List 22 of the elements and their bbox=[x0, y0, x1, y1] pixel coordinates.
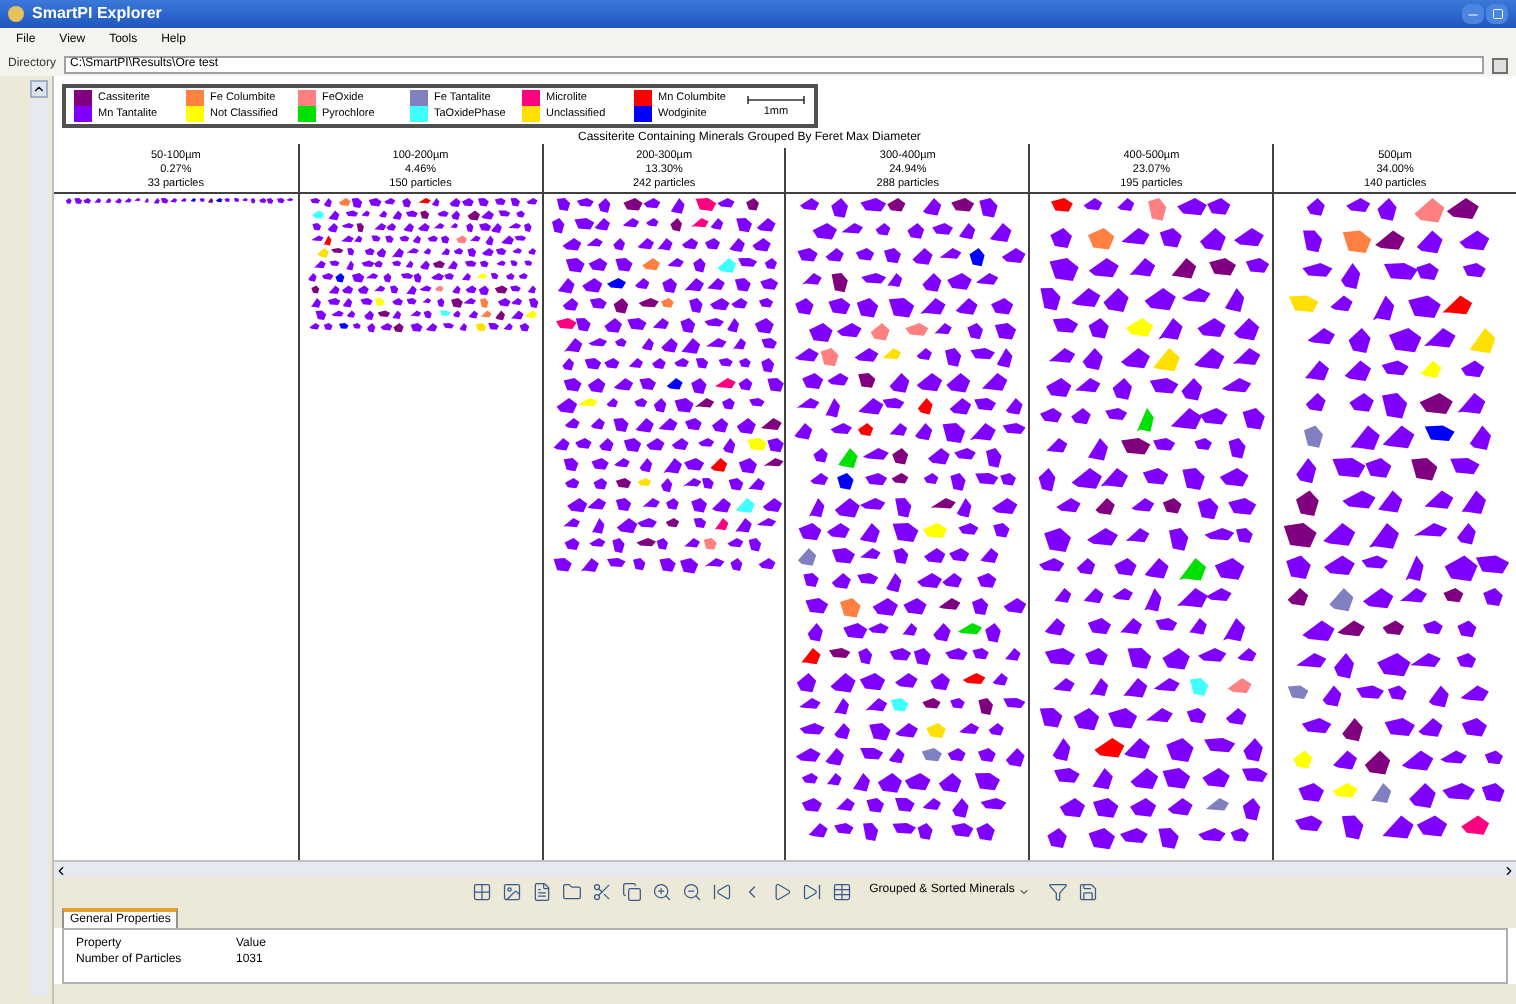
maximize-button[interactable] bbox=[1486, 4, 1508, 24]
last-page-icon[interactable] bbox=[801, 881, 822, 901]
zoom-out-icon[interactable] bbox=[681, 881, 702, 901]
filter-icon[interactable] bbox=[1048, 881, 1069, 901]
window-title: SmartPI Explorer bbox=[32, 2, 162, 26]
document-icon[interactable] bbox=[531, 881, 552, 901]
next-icon[interactable] bbox=[771, 881, 792, 901]
first-page-icon[interactable] bbox=[711, 881, 732, 901]
table-icon[interactable] bbox=[831, 881, 852, 901]
save-icon[interactable] bbox=[1078, 881, 1099, 901]
caret-icon bbox=[1018, 885, 1031, 897]
scale-bar-icon bbox=[746, 93, 806, 105]
cut-icon[interactable] bbox=[591, 881, 612, 901]
maximize-icon bbox=[1491, 8, 1503, 20]
image-view-icon[interactable] bbox=[501, 881, 522, 901]
horizontal-scrollbar[interactable] bbox=[54, 860, 1516, 878]
app-icon bbox=[8, 6, 24, 22]
zoom-in-icon[interactable] bbox=[651, 881, 672, 901]
minimize-button[interactable] bbox=[1462, 4, 1484, 24]
copy-icon[interactable] bbox=[621, 881, 642, 901]
grid-view-icon[interactable] bbox=[471, 881, 492, 901]
scroll-up-button[interactable] bbox=[30, 80, 48, 98]
